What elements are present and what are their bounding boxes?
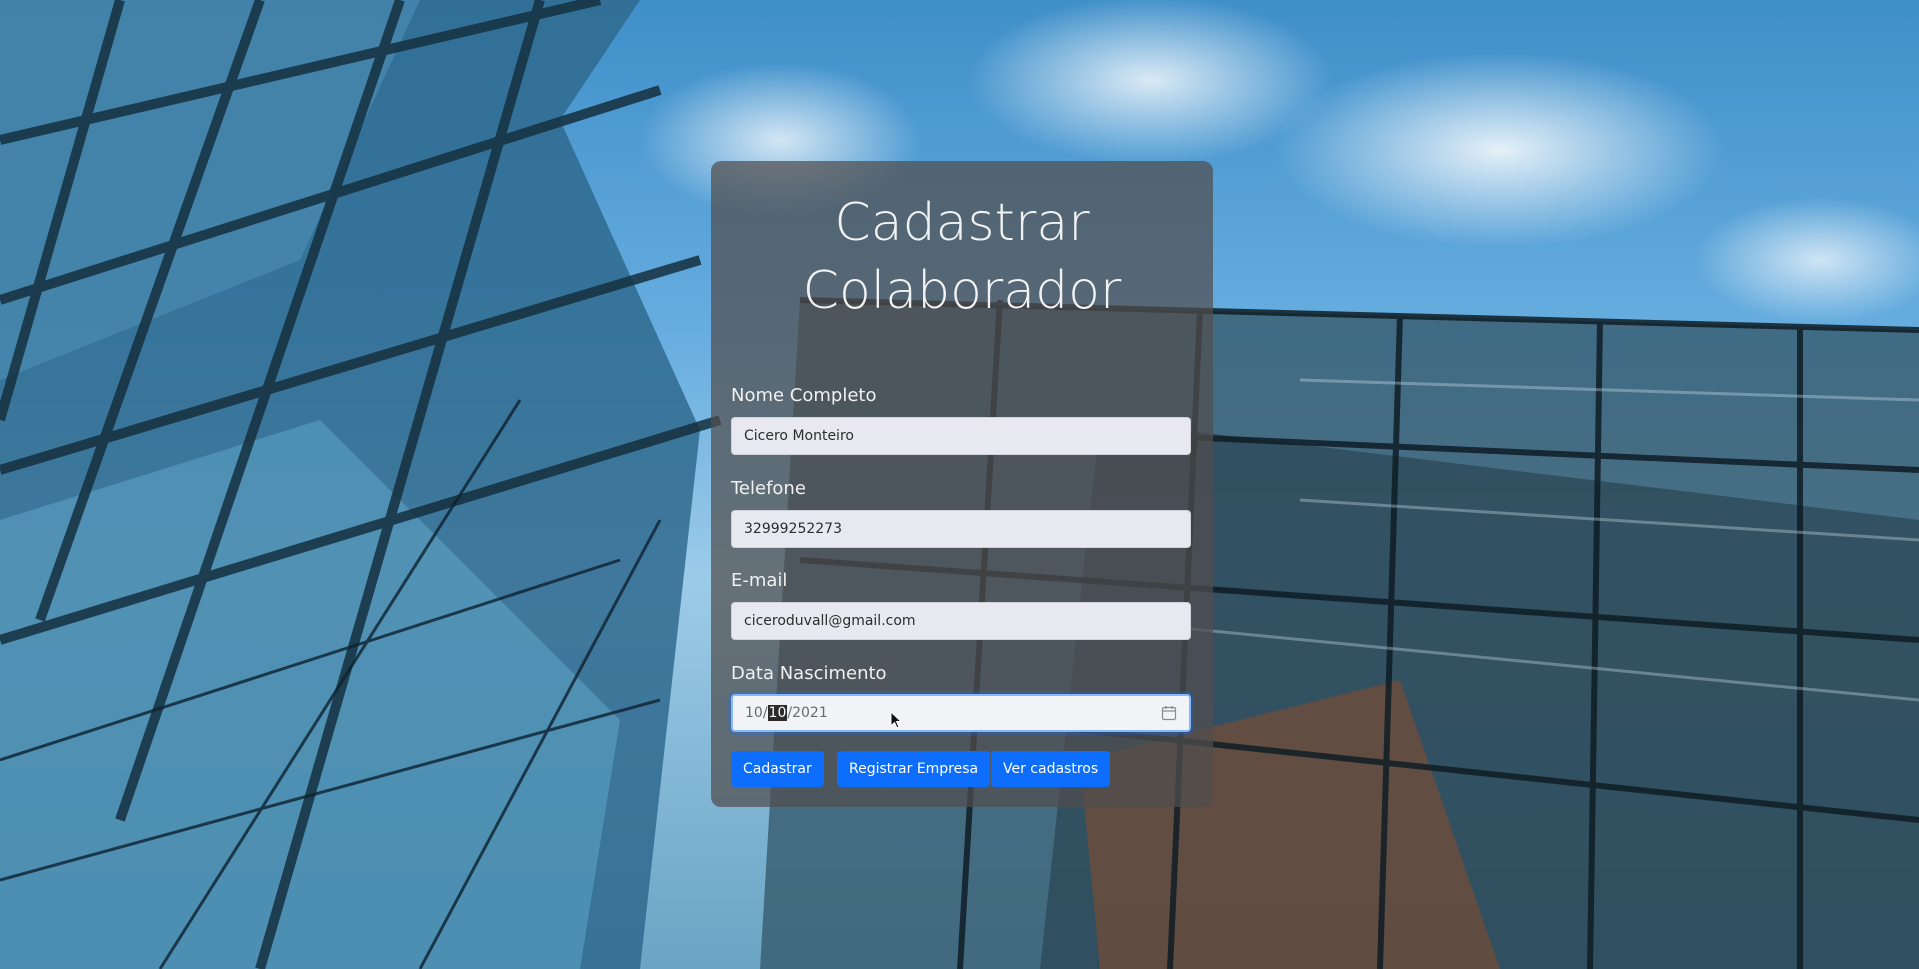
register-collaborator-card: Cadastrar Colaborador Nome Completo Cice…: [711, 161, 1213, 807]
birth-date-label: Data Nascimento: [731, 663, 887, 684]
birth-date-day[interactable]: 10: [745, 705, 763, 721]
submit-button[interactable]: Cadastrar: [731, 751, 824, 787]
mouse-cursor-icon: [890, 711, 902, 729]
email-value: ciceroduvall@gmail.com: [744, 613, 916, 629]
birth-date-year[interactable]: 2021: [792, 705, 828, 721]
email-input[interactable]: ciceroduvall@gmail.com: [731, 602, 1191, 640]
calendar-icon[interactable]: [1161, 705, 1177, 721]
phone-value: 32999252273: [744, 521, 842, 537]
full-name-value: Cicero Monteiro: [744, 428, 854, 444]
title-line-1: Cadastrar: [834, 193, 1090, 253]
full-name-input[interactable]: Cicero Monteiro: [731, 417, 1191, 455]
full-name-label: Nome Completo: [731, 385, 877, 406]
view-records-button[interactable]: Ver cadastros: [991, 751, 1111, 787]
register-company-button[interactable]: Registrar Empresa: [837, 751, 991, 787]
email-label: E-mail: [731, 570, 788, 591]
title-line-2: Colaborador: [802, 261, 1122, 321]
birth-date-input[interactable]: 10/10/2021: [731, 694, 1191, 732]
phone-input[interactable]: 32999252273: [731, 510, 1191, 548]
birth-date-month[interactable]: 10: [767, 705, 788, 721]
phone-label: Telefone: [731, 478, 806, 499]
page-title: Cadastrar Colaborador: [711, 189, 1213, 325]
